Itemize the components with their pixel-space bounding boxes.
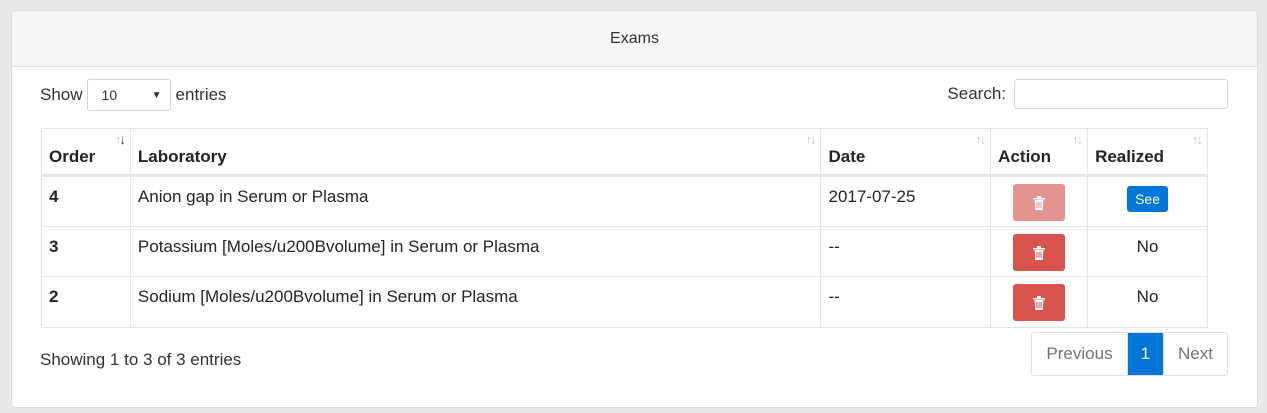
show-label: Show [40,85,83,104]
pagination: Previous 1 Next [1031,332,1228,376]
sort-icon: ↑↓ [114,132,126,147]
trash-icon [1033,295,1046,310]
sort-icon: ↑↓ [1072,132,1083,147]
previous-page-button[interactable]: Previous [1032,333,1128,375]
laboratory-cell: Potassium [Moles/u200Bvolume] in Serum o… [130,227,822,277]
table-row: 2 Sodium [Moles/u200Bvolume] in Serum or… [42,277,1207,327]
column-header-label: Realized [1095,147,1165,166]
panel-header: Exams [12,11,1257,67]
column-header-label: Laboratory [137,147,227,166]
trash-icon [1033,195,1046,210]
entries-length-control: Show 10 ▼ entries [40,79,227,111]
search-label: Search: [947,84,1006,103]
panel-title: Exams [610,29,659,47]
order-cell: 2 [42,277,131,327]
column-header-realized[interactable]: Realized ↑↓ [1088,129,1207,177]
trash-icon [1033,245,1046,260]
action-cell [991,277,1089,327]
delete-button[interactable] [1013,184,1066,221]
date-cell: -- [821,227,992,277]
column-header-label: Date [828,147,866,166]
entries-select[interactable]: 10 ▼ [86,79,171,111]
next-page-button[interactable]: Next [1163,333,1227,375]
action-cell [991,227,1089,277]
date-cell: 2017-07-25 [821,177,992,227]
order-cell: 3 [42,227,131,277]
realized-cell: See [1088,177,1207,227]
delete-button[interactable] [1013,284,1066,321]
delete-button[interactable] [1013,234,1066,271]
sort-icon: ↑↓ [805,132,816,147]
table-row: 4 Anion gap in Serum or Plasma 2017-07-2… [42,177,1207,227]
sort-icon: ↑↓ [975,132,986,147]
column-header-action[interactable]: Action ↑↓ [991,129,1089,177]
table-row: 3 Potassium [Moles/u200Bvolume] in Serum… [42,227,1207,277]
see-button[interactable]: See [1127,186,1168,212]
table-controls: Show 10 ▼ entries Search: [40,79,1228,111]
order-cell: 4 [42,177,131,227]
search-input[interactable] [1014,79,1228,109]
laboratory-cell: Anion gap in Serum or Plasma [130,177,822,227]
table-header-row: Order ↑↓ Laboratory ↑↓ Date ↑↓ Action ↑↓… [42,129,1207,177]
realized-cell: No [1088,227,1207,277]
search-control: Search: [947,79,1228,109]
exams-table: Order ↑↓ Laboratory ↑↓ Date ↑↓ Action ↑↓… [41,128,1208,328]
column-header-laboratory[interactable]: Laboratory ↑↓ [130,129,822,177]
action-cell [991,177,1089,227]
sort-icon: ↑↓ [1192,132,1203,147]
laboratory-cell: Sodium [Moles/u200Bvolume] in Serum or P… [131,277,822,327]
page-1-button[interactable]: 1 [1127,333,1164,375]
entries-label: entries [175,85,227,104]
caret-down-icon: ▼ [151,89,162,101]
column-header-order[interactable]: Order ↑↓ [42,129,131,177]
column-header-date[interactable]: Date ↑↓ [821,129,992,177]
column-header-label: Order [49,147,96,166]
table-info: Showing 1 to 3 of 3 entries [40,350,242,369]
entries-select-value: 10 [101,87,118,103]
date-cell: -- [821,277,992,327]
column-header-label: Action [998,147,1052,166]
realized-cell: No [1136,287,1159,306]
